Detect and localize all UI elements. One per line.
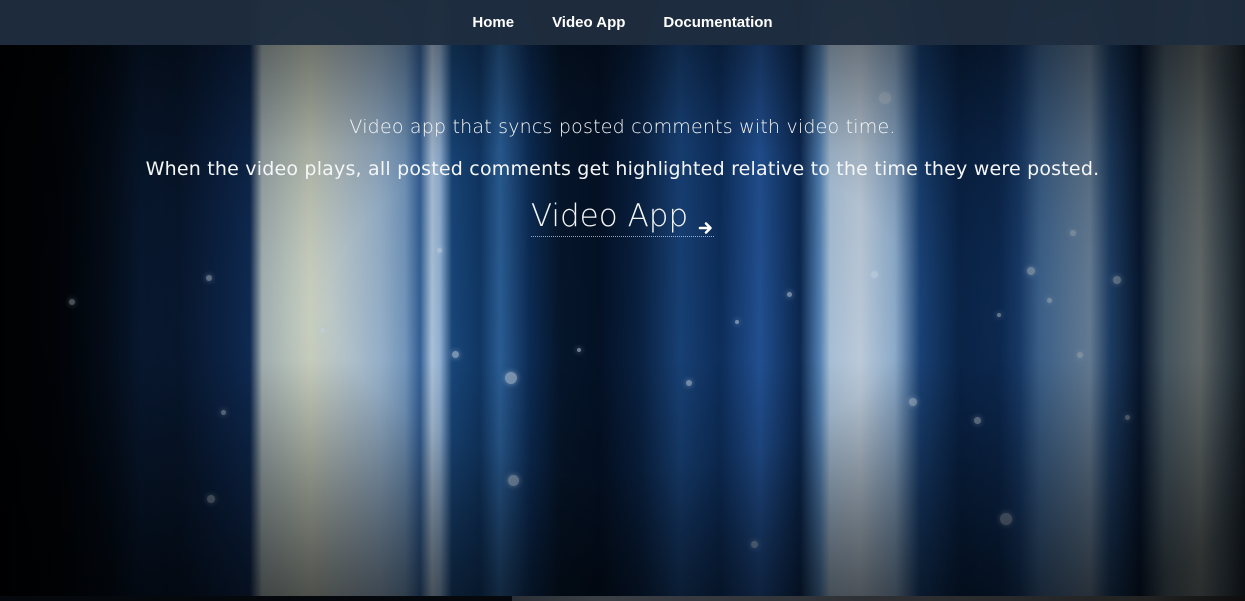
- cta-label: Video App: [530, 198, 689, 234]
- navbar: Home Video App Documentation: [0, 0, 1245, 45]
- video-progress-strip: [0, 596, 1245, 601]
- nav-link-documentation[interactable]: Documentation: [663, 14, 772, 31]
- page: Home Video App Documentation Video app t…: [0, 0, 1245, 601]
- hero-description: Video app that syncs posted comments wit…: [349, 116, 896, 138]
- hero: Video app that syncs posted comments wit…: [0, 116, 1245, 237]
- video-app-cta-link[interactable]: Video App: [530, 198, 715, 237]
- nav-links: Home Video App Documentation: [472, 14, 772, 31]
- background-vignette: [0, 0, 1245, 601]
- arrow-right-icon: [698, 208, 714, 234]
- hero-subdescription: When the video plays, all posted comment…: [145, 158, 1100, 180]
- nav-link-video-app[interactable]: Video App: [552, 14, 625, 31]
- nav-link-home[interactable]: Home: [472, 14, 514, 31]
- cta-wrapper: Video App: [0, 198, 1245, 237]
